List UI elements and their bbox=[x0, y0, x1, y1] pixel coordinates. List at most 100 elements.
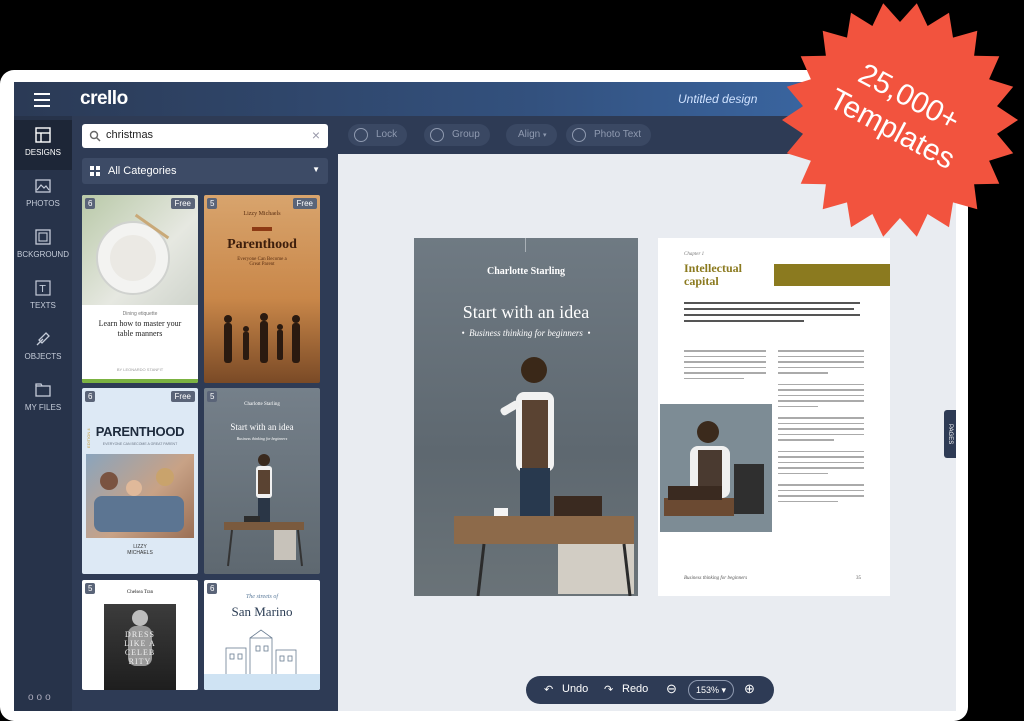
chevron-down-icon: ▼ bbox=[312, 165, 320, 174]
nav-my-files[interactable]: MY FILES bbox=[14, 375, 72, 425]
template-title: Learn how to master your table manners bbox=[98, 319, 182, 338]
search-value: christmas bbox=[106, 129, 154, 141]
document-title[interactable]: Untitled design bbox=[678, 92, 757, 106]
pages-tab[interactable]: PAGES bbox=[944, 410, 956, 458]
cover-author[interactable]: Charlotte Starling bbox=[414, 266, 638, 277]
template-author: Charlotte Starling bbox=[244, 402, 280, 407]
category-label: All Categories bbox=[108, 165, 177, 177]
page-left[interactable]: Charlotte Starling Start with an idea • … bbox=[414, 238, 638, 596]
promo-burst: 25,000+ Templates bbox=[782, 3, 1018, 237]
template-title: San Marino bbox=[231, 604, 293, 619]
template-image bbox=[224, 454, 304, 567]
nav-objects[interactable]: OBJECTS bbox=[14, 324, 72, 374]
nav-label: TEXTS bbox=[30, 301, 56, 310]
page-count-badge: 6 bbox=[85, 198, 96, 209]
template-image bbox=[82, 195, 198, 305]
page-count-badge: 6 bbox=[207, 583, 218, 594]
template-subtitle: EVERYONE CAN BECOME A GREAT PARENT bbox=[102, 442, 178, 446]
page-count-badge: 5 bbox=[207, 391, 218, 402]
template-author: Chelsea Tran bbox=[126, 590, 154, 595]
group-button[interactable]: Group bbox=[424, 124, 490, 146]
folder-icon bbox=[35, 383, 51, 397]
tool-label: Lock bbox=[376, 129, 398, 140]
photo-text-button[interactable]: Photo Text bbox=[566, 124, 652, 146]
template-subtitle: Dining etiquette bbox=[122, 311, 158, 317]
group-icon bbox=[430, 128, 444, 142]
template-author: BY LEONARDO STANFIT bbox=[116, 367, 164, 372]
template-subtitle: Business thinking for beginners bbox=[236, 436, 288, 441]
template-title: Start with an idea bbox=[230, 422, 294, 432]
grid-icon bbox=[90, 166, 100, 176]
undo-button[interactable]: Undo bbox=[562, 683, 588, 695]
zoom-value: 153% bbox=[695, 685, 719, 695]
category-select[interactable]: All Categories ▼ bbox=[82, 158, 328, 184]
nav-label: DESIGNS bbox=[24, 148, 61, 157]
photos-icon bbox=[35, 179, 51, 193]
template-image bbox=[86, 454, 194, 538]
undo-icon[interactable]: ↶ bbox=[544, 683, 553, 696]
chapter-label[interactable]: Chapter 1 bbox=[684, 252, 704, 257]
zoom-in-icon[interactable]: ⊕ bbox=[744, 681, 755, 697]
body-column-left[interactable] bbox=[684, 350, 766, 379]
align-button[interactable]: Align ▾ bbox=[506, 124, 557, 146]
page-footer: Business thinking for beginners bbox=[684, 576, 748, 581]
template-author: LIZZY MICHAELS bbox=[127, 544, 153, 556]
photo-text-icon bbox=[572, 128, 586, 142]
family-silhouette bbox=[224, 313, 300, 363]
lock-button[interactable]: Lock bbox=[348, 124, 408, 146]
templates-panel: christmas × All Categories ▼ Dining etiq… bbox=[72, 116, 338, 711]
nav-photos[interactable]: PHOTOS bbox=[14, 171, 72, 221]
nav-label: PHOTOS bbox=[26, 199, 60, 208]
template-card[interactable]: Lizzy Michaels Parenthood Everyone Can B… bbox=[204, 195, 320, 383]
template-card[interactable]: Chelsea Tran DRESS LIKE A CELEB RITY 5 bbox=[82, 580, 198, 690]
free-badge: Free bbox=[170, 391, 195, 402]
nav-designs[interactable]: DESIGNS bbox=[14, 120, 72, 170]
redo-icon[interactable]: ↷ bbox=[604, 683, 613, 696]
zoom-out-icon[interactable]: ⊖ bbox=[666, 681, 677, 697]
template-card[interactable]: The streets of San Marino 6 bbox=[204, 580, 320, 690]
accent-bar bbox=[774, 264, 890, 286]
chapter-title[interactable]: Intellectual capital bbox=[684, 262, 764, 288]
nav-texts[interactable]: T TEXTS bbox=[14, 273, 72, 323]
tool-label: Align bbox=[518, 129, 541, 140]
template-card[interactable]: Charlotte Starling Start with an idea Bu… bbox=[204, 388, 320, 574]
left-nav: DESIGNS PHOTOS BCKGROUND T TEXTS OBJECTS… bbox=[14, 116, 72, 711]
free-badge: Free bbox=[292, 198, 317, 209]
chevron-down-icon: ▾ bbox=[543, 132, 547, 139]
template-title: PARENTHOOD bbox=[95, 424, 185, 439]
intro-paragraph[interactable] bbox=[684, 302, 864, 322]
designs-icon bbox=[35, 127, 51, 143]
tool-label: Group bbox=[452, 129, 480, 140]
clear-search-icon[interactable]: × bbox=[312, 127, 320, 143]
redo-button[interactable]: Redo bbox=[622, 683, 648, 695]
cover-title[interactable]: Start with an idea bbox=[414, 302, 638, 323]
lock-icon bbox=[354, 128, 368, 142]
text-icon: T bbox=[35, 280, 51, 296]
objects-icon bbox=[36, 332, 50, 346]
svg-text:T: T bbox=[39, 284, 47, 295]
body-column-right[interactable] bbox=[778, 350, 864, 506]
template-title: DRESS LIKE A CELEB RITY bbox=[124, 630, 156, 666]
zoom-select[interactable]: 153% ▾ bbox=[688, 680, 734, 700]
template-title: Parenthood bbox=[227, 237, 297, 252]
template-author: Lizzy Michaels bbox=[243, 211, 281, 217]
template-card[interactable]: Dining etiquette Learn how to master you… bbox=[82, 195, 198, 383]
cover-photo bbox=[454, 357, 634, 596]
nav-background[interactable]: BCKGROUND bbox=[14, 222, 72, 272]
free-badge: Free bbox=[170, 198, 195, 209]
app-logo: crello bbox=[80, 88, 128, 109]
inset-photo[interactable] bbox=[660, 404, 772, 532]
page-count-badge: 5 bbox=[85, 583, 96, 594]
cover-subtitle[interactable]: • Business thinking for beginners • bbox=[414, 328, 638, 338]
nav-label: OBJECTS bbox=[24, 352, 62, 361]
template-card[interactable]: EDITION 4 PARENTHOOD EVERYONE CAN BECOME… bbox=[82, 388, 198, 574]
search-input[interactable]: christmas × bbox=[82, 124, 328, 148]
search-icon bbox=[89, 130, 101, 142]
tool-label: Photo Text bbox=[594, 129, 642, 140]
page-number: 35 bbox=[856, 576, 861, 581]
more-icon[interactable]: ooo bbox=[28, 692, 54, 703]
page-count-badge: 5 bbox=[207, 198, 218, 209]
history-zoom-bar: ↶ Undo ↷ Redo ⊖ 153% ▾ ⊕ bbox=[526, 676, 774, 704]
background-icon bbox=[35, 229, 51, 245]
menu-icon[interactable] bbox=[34, 93, 50, 107]
